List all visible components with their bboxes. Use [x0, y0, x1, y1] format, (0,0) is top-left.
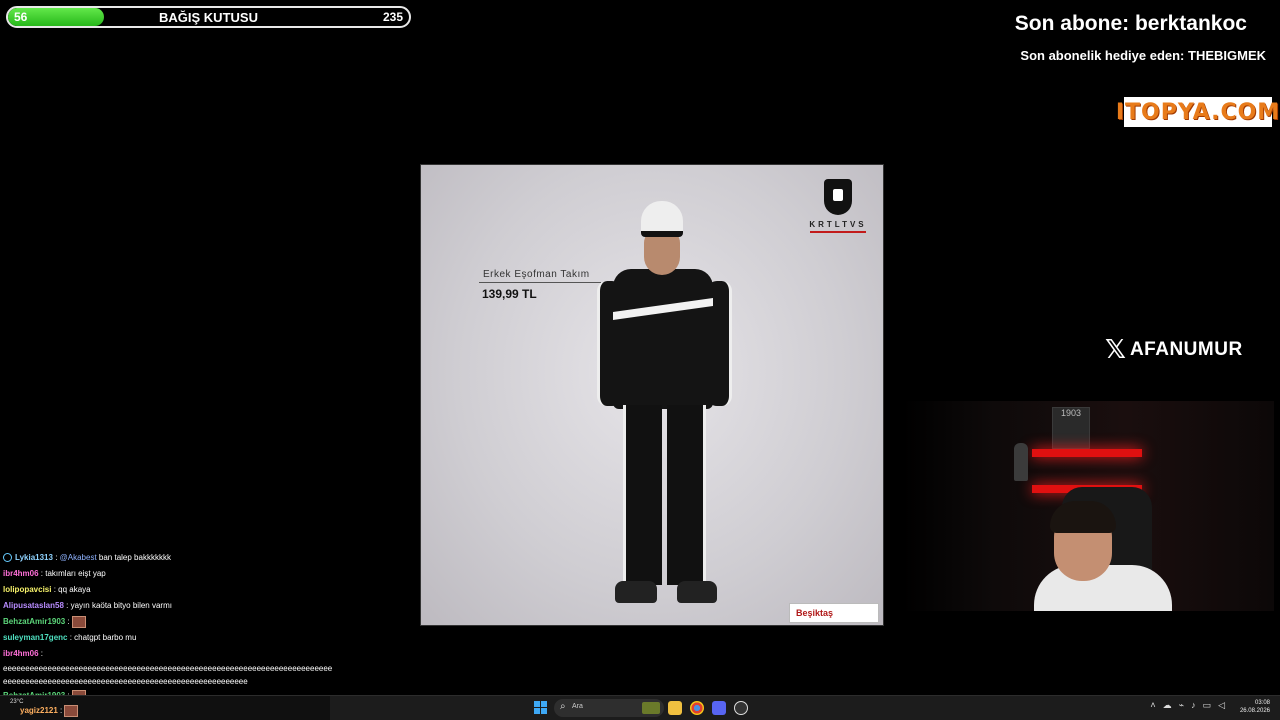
chat-username: BehzatAmir1903 [3, 617, 66, 626]
chat-message: BehzatAmir1903 : [3, 614, 333, 630]
chat-username: ibr4hm06 [3, 649, 39, 658]
chat-message: Alipusataslan58 : yayın kaöta bityo bile… [3, 601, 172, 610]
chat-text: qq akaya [58, 585, 91, 594]
donation-title: BAĞIŞ KUTUSU [159, 10, 258, 25]
product-image: KRTLTVS Erkek Eşofman Takım 139,99 TL Be… [420, 164, 884, 626]
discord-icon[interactable] [712, 701, 726, 715]
chat-username: yagiz2121 [20, 706, 58, 716]
brand-mark: KRTLTVS [806, 179, 870, 233]
brand-underline [810, 231, 866, 233]
windows-start-icon[interactable] [534, 701, 547, 714]
clock-date: 26.08.2026 [1239, 708, 1270, 714]
taskbar-left-region: 23°C yagiz2121 : [0, 696, 330, 720]
lamp [1014, 443, 1028, 481]
social-handle: AFANUMUR [1129, 339, 1243, 360]
chat-message: ibr4hm06 : [3, 649, 44, 658]
search-placeholder: Ara [572, 703, 583, 710]
chat-message: lolipopavcisi : qq akaya [3, 585, 91, 594]
clock-time: 03:08 [1254, 700, 1270, 706]
emote-icon [71, 615, 86, 628]
last-subscriber-label: Son abone: berktankoc [1014, 12, 1247, 35]
chat-text: ban talep bakkkkkkk [98, 553, 171, 562]
chat-username: ibr4hm06 [3, 569, 39, 578]
last-gift-sub-label: Son abonelik hediye eden: THEBIGMEK [1020, 48, 1266, 63]
chat-message: suleyman17genc : chatgpt barbo mu [3, 633, 137, 642]
product-price: 139,99 TL [482, 287, 537, 301]
system-tray[interactable]: ˄☁⌁♪▭◁ [1150, 700, 1232, 711]
chat-badge-icon [3, 553, 12, 563]
streamer-hair [1050, 501, 1116, 533]
emote-icon [64, 705, 79, 717]
search-icon: ⌕ [560, 701, 566, 712]
search-highlight-icon [642, 702, 660, 714]
chat-username: lolipopavcisi [3, 585, 52, 594]
chat-mention: @Akabest [59, 553, 97, 562]
file-explorer-icon[interactable] [668, 701, 682, 715]
model-beanie [641, 201, 683, 237]
model-figure [593, 201, 733, 619]
chat-overlay: Lykia1313 : @Akabest ban talep bakkkkkkk… [3, 550, 333, 704]
obs-icon[interactable] [734, 701, 748, 715]
model-right-leg [667, 405, 706, 585]
chat-text: takımları eişt yap [45, 569, 106, 578]
chat-message-last: yagiz2121 : [20, 705, 79, 717]
chrome-icon[interactable] [690, 701, 704, 715]
social-handle-badge: 𝕏 AFANUMUR [1105, 335, 1243, 365]
webcam-feed: 1903 [902, 401, 1274, 611]
chat-text: chatgpt barbo mu [74, 633, 137, 642]
x-logo-icon: 𝕏 [1105, 335, 1126, 365]
donation-progress-bar: 56 BAĞIŞ KUTUSU 235 [6, 6, 411, 28]
chat-message: Lykia1313 : @Akabest ban talep bakkkkkkk [3, 550, 333, 566]
brand-text: KRTLTVS [809, 220, 867, 229]
chat-text: yayın kaöta bityo bilen varmı [70, 601, 172, 610]
taskbar-clock[interactable]: 03:08 26.08.2026 [1240, 699, 1270, 715]
chat-text-long: eeeeeeeeeeeeeeeeeeeeeeeeeeeeeeeeeeeeeeee… [3, 664, 333, 686]
product-name: Erkek Eşofman Takım [483, 269, 590, 280]
chat-username: Lykia1313 [15, 553, 53, 562]
windows-taskbar: 23°C yagiz2121 : ⌕ Ara ˄☁⌁♪▭◁ 03:08 26.0… [0, 695, 1280, 720]
store-tag: Beşiktaş [789, 603, 879, 623]
chat-username: suleyman17genc [3, 633, 68, 642]
model-left-leg [623, 405, 662, 585]
wall-frame: 1903 [1052, 407, 1090, 449]
model-left-shoe [615, 581, 657, 603]
sponsor-logo: ITOPYA.COM [1116, 97, 1279, 127]
taskbar-search[interactable]: ⌕ Ara [554, 699, 664, 717]
led-light-strip [1032, 449, 1142, 457]
chat-username: Alipusataslan58 [3, 601, 64, 610]
chat-message: ibr4hm06 : takımları eişt yap [3, 569, 106, 578]
model-right-shoe [677, 581, 717, 603]
product-divider [479, 282, 601, 283]
model-jacket [613, 269, 713, 409]
club-crest-icon [824, 179, 852, 215]
donation-goal-amount: 235 [382, 10, 403, 24]
